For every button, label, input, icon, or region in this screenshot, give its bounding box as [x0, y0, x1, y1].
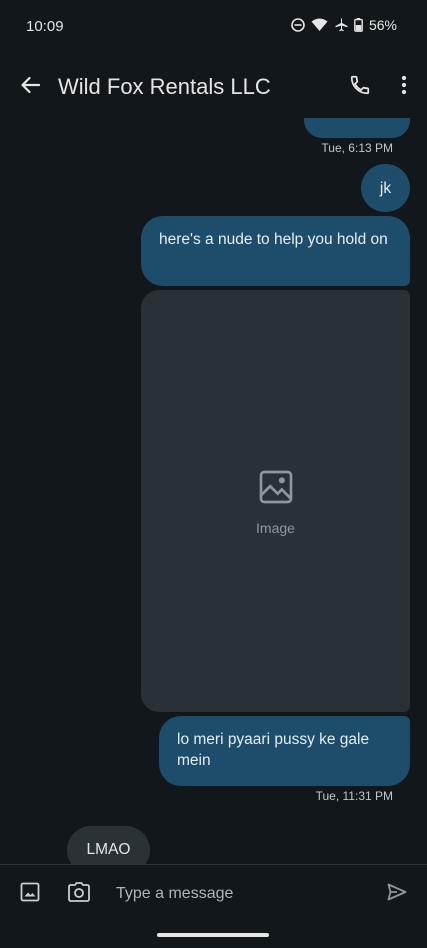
message-thread[interactable]: Tue, 6:13 PM jk here's a nude to help yo… — [0, 118, 427, 864]
camera-button[interactable] — [65, 880, 93, 908]
camera-icon — [68, 881, 90, 907]
message-bubble-incoming[interactable]: LMAO — [67, 826, 150, 864]
gallery-icon — [20, 882, 40, 907]
gesture-handle[interactable] — [157, 933, 269, 937]
conversation-title: Wild Fox Rentals LLC — [58, 74, 271, 99]
gallery-button[interactable] — [16, 880, 44, 908]
message-bubble-outgoing[interactable]: here's a nude to help you hold on — [141, 216, 410, 286]
wifi-icon — [311, 18, 328, 32]
message-timestamp: Tue, 6:13 PM — [321, 141, 393, 155]
battery-icon — [354, 18, 363, 32]
message-bubble-outgoing[interactable]: jk — [361, 164, 410, 212]
navigation-area — [0, 924, 427, 948]
phone-icon — [349, 74, 371, 101]
call-button[interactable] — [344, 71, 376, 103]
message-input[interactable] — [108, 877, 368, 911]
image-icon — [256, 467, 296, 510]
airplane-icon — [334, 18, 348, 32]
battery-percent: 56% — [368, 17, 397, 33]
back-button[interactable] — [14, 71, 46, 103]
status-icons: 56% — [291, 17, 397, 33]
status-bar: 10:09 56% — [0, 0, 427, 52]
send-icon — [387, 883, 407, 906]
message-timestamp: Tue, 11:31 PM — [315, 789, 393, 803]
message-bubble-outgoing[interactable]: lo meri pyaari pussy ke gale mein — [159, 716, 410, 786]
image-placeholder-label: Image — [256, 519, 295, 536]
messaging-screen: 10:09 56% Wild Fox Rentals LLC Tue, 6:13… — [0, 0, 427, 948]
send-button[interactable] — [383, 880, 411, 908]
image-attachment-placeholder[interactable]: Image — [141, 290, 410, 712]
arrow-back-icon — [20, 76, 41, 99]
composer — [0, 864, 427, 924]
more-options-button[interactable] — [390, 71, 418, 103]
more-vert-icon — [401, 75, 407, 100]
status-time: 10:09 — [26, 18, 64, 35]
app-bar: Wild Fox Rentals LLC — [0, 52, 427, 122]
message-bubble-outgoing-partial[interactable] — [304, 118, 410, 138]
dnd-icon — [291, 18, 305, 32]
